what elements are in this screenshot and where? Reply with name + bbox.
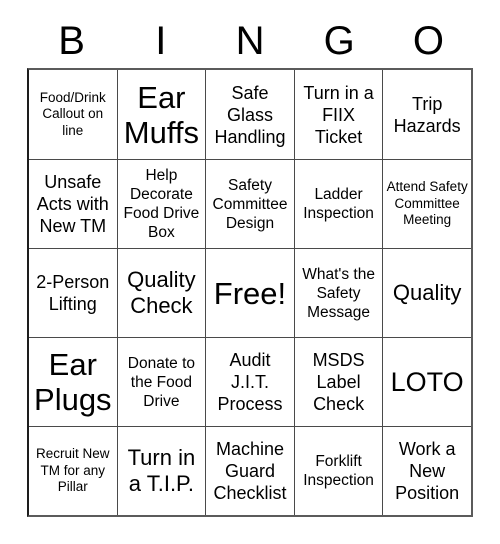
bingo-cell-label: Help Decorate Food Drive Box xyxy=(123,167,200,241)
bingo-cell-label: Forklift Inspection xyxy=(303,453,374,489)
bingo-cell[interactable]: Food/Drink Callout on line xyxy=(29,70,117,159)
bingo-cell-label: Ear Muffs xyxy=(123,79,199,150)
bingo-cell[interactable]: Safe Glass Handling xyxy=(205,70,294,159)
bingo-cell[interactable]: Trip Hazards xyxy=(382,70,471,159)
bingo-cell[interactable]: Ladder Inspection xyxy=(293,160,383,248)
bingo-row: Recruit New TM for any Pillar Turn in a … xyxy=(29,426,471,515)
bingo-cell[interactable]: Ear Muffs xyxy=(116,70,206,159)
bingo-cell-label: Safe Glass Handling xyxy=(214,82,286,147)
bingo-cell-label: Machine Guard Checklist xyxy=(213,439,287,503)
bingo-cell[interactable]: Help Decorate Food Drive Box xyxy=(116,160,206,248)
bingo-cell[interactable]: Attend Safety Committee Meeting xyxy=(382,160,471,248)
bingo-row: Food/Drink Callout on line Ear Muffs Saf… xyxy=(29,70,471,159)
bingo-cell-label: Safety Committee Design xyxy=(212,176,288,232)
bingo-cell[interactable]: Forklift Inspection xyxy=(293,427,383,515)
bingo-cell[interactable]: 2-Person Lifting xyxy=(29,249,117,337)
bingo-cell[interactable]: Recruit New TM for any Pillar xyxy=(29,427,117,515)
bingo-header-letter-b: B xyxy=(58,19,85,63)
bingo-cell-label: 2-Person Lifting xyxy=(36,272,110,314)
bingo-cell[interactable]: Quality Check xyxy=(116,249,206,337)
bingo-cell-label: Ear Plugs xyxy=(34,347,112,417)
bingo-cell[interactable]: Machine Guard Checklist xyxy=(205,427,294,515)
bingo-cell-label: LOTO xyxy=(390,366,464,397)
bingo-cell-label: Attend Safety Committee Meeting xyxy=(386,179,468,228)
bingo-header-letter-i: I xyxy=(155,19,167,63)
bingo-cell-label: What's the Safety Message xyxy=(302,265,375,321)
bingo-cell[interactable]: Work a New Position xyxy=(382,427,471,515)
bingo-cell[interactable]: Audit J.I.T. Process xyxy=(205,338,294,426)
bingo-cell-label: Trip Hazards xyxy=(393,93,461,136)
bingo-cell[interactable]: Unsafe Acts with New TM xyxy=(29,160,117,248)
bingo-grid: Food/Drink Callout on line Ear Muffs Saf… xyxy=(27,68,473,517)
bingo-cell[interactable]: LOTO xyxy=(382,338,471,426)
bingo-cell[interactable]: Turn in a T.I.P. xyxy=(116,427,206,515)
bingo-cell[interactable]: Quality xyxy=(382,249,471,337)
bingo-cell[interactable]: Donate to the Food Drive xyxy=(116,338,206,426)
bingo-header-row: B I N G O xyxy=(27,14,473,68)
bingo-header-letter-o: O xyxy=(412,19,444,63)
bingo-cell[interactable]: Ear Plugs xyxy=(29,338,117,426)
bingo-cell-label: Turn in a T.I.P. xyxy=(127,445,196,496)
bingo-cell-label: Recruit New TM for any Pillar xyxy=(36,446,110,495)
bingo-cell-label: Ladder Inspection xyxy=(303,186,374,222)
bingo-cell-label: Donate to the Food Drive xyxy=(127,354,195,410)
bingo-row: 2-Person Lifting Quality Check Free! Wha… xyxy=(29,248,471,337)
bingo-header-letter-n: N xyxy=(235,19,265,63)
bingo-cell-label: Quality xyxy=(392,280,462,305)
bingo-cell[interactable]: Safety Committee Design xyxy=(205,160,294,248)
bingo-header-letter-g: G xyxy=(323,19,355,63)
bingo-cell[interactable]: MSDS Label Check xyxy=(293,338,383,426)
bingo-cell[interactable]: What's the Safety Message xyxy=(293,249,383,337)
bingo-cell[interactable]: Turn in a FIIX Ticket xyxy=(293,70,383,159)
bingo-cell-label: Unsafe Acts with New TM xyxy=(36,172,109,236)
bingo-row: Unsafe Acts with New TM Help Decorate Fo… xyxy=(29,159,471,248)
bingo-cell-label: Turn in a FIIX Ticket xyxy=(303,82,374,147)
bingo-card: B I N G O Food/Drink Callout on line Ear… xyxy=(27,14,473,517)
bingo-cell-label: Work a New Position xyxy=(395,439,460,503)
bingo-cell-label: Quality Check xyxy=(127,267,196,318)
bingo-free-cell[interactable]: Free! xyxy=(205,249,294,337)
bingo-row: Ear Plugs Donate to the Food Drive Audit… xyxy=(29,337,471,426)
bingo-free-cell-label: Free! xyxy=(213,275,287,311)
bingo-cell-label: MSDS Label Check xyxy=(312,350,365,414)
bingo-cell-label: Audit J.I.T. Process xyxy=(217,350,283,414)
bingo-cell-label: Food/Drink Callout on line xyxy=(39,89,106,138)
